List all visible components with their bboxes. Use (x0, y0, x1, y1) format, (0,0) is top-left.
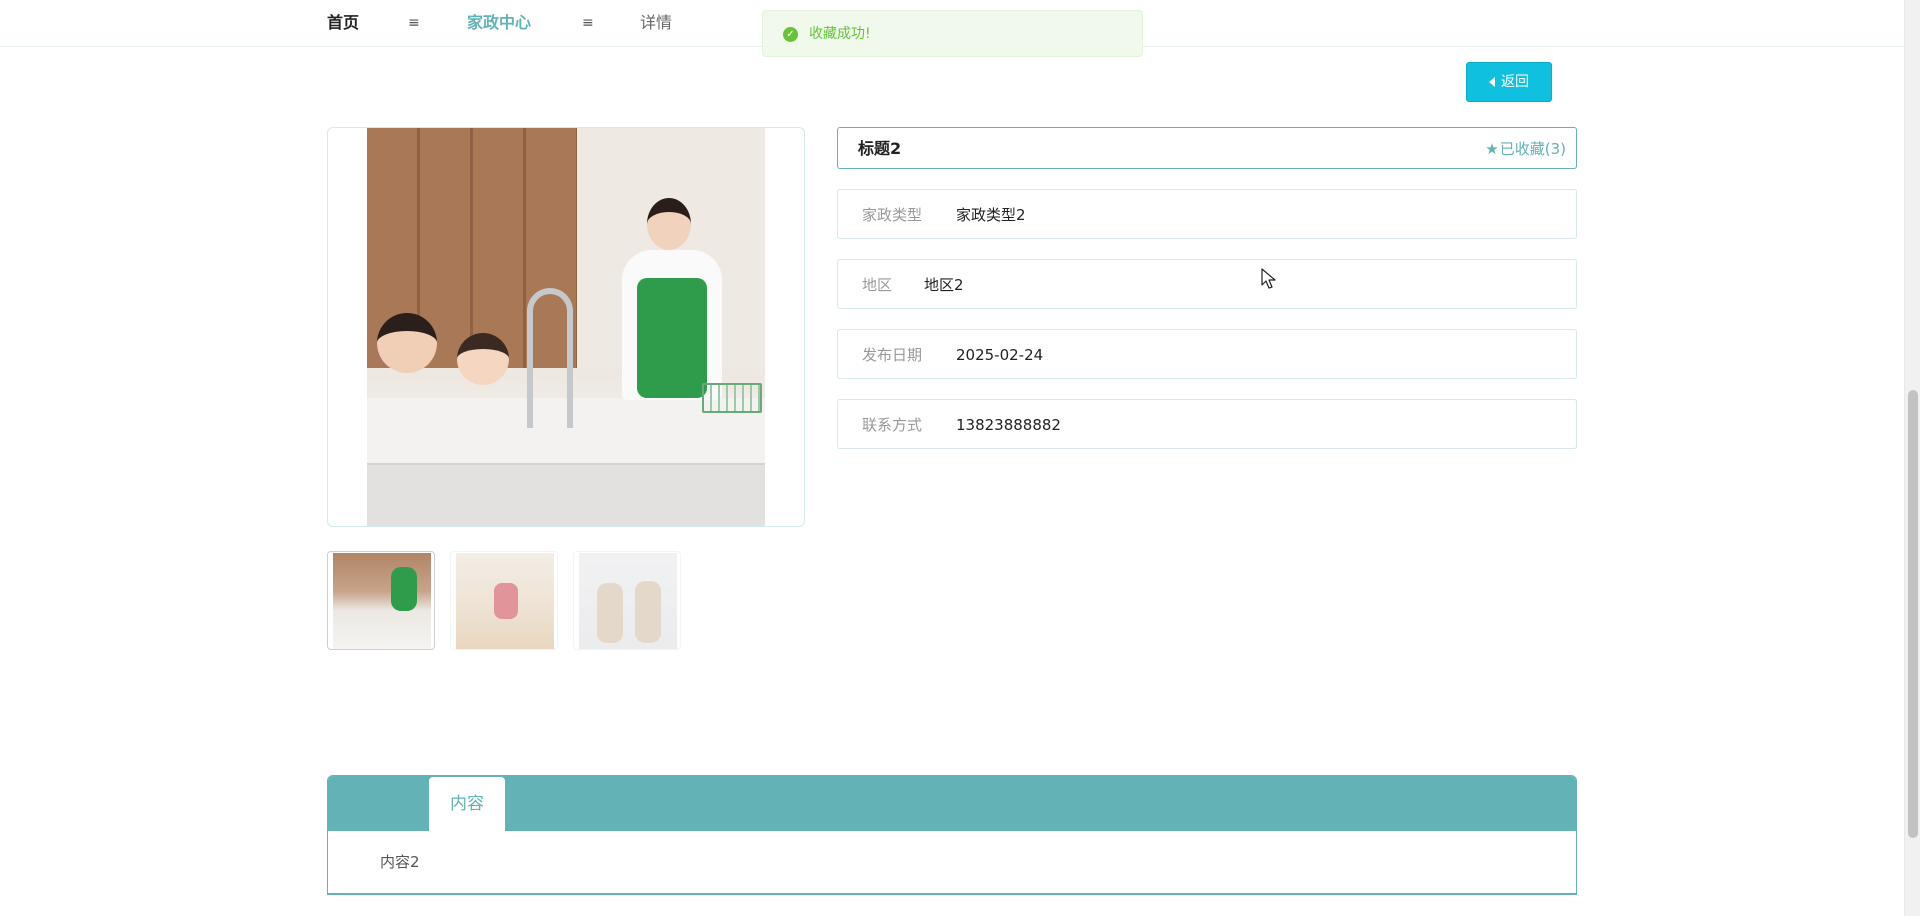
info-row-contact: 联系方式 13823888882 (837, 399, 1577, 449)
info-label: 地区 (862, 276, 893, 294)
scrollbar-thumb[interactable] (1908, 390, 1918, 838)
info-label: 联系方式 (862, 416, 923, 434)
main-photo (367, 128, 765, 526)
divider (327, 893, 1577, 894)
info-label: 发布日期 (862, 346, 923, 364)
thumbnail-image (456, 553, 554, 649)
star-icon: ★ (1485, 140, 1499, 158)
success-toast: ✓ 收藏成功! (762, 10, 1143, 57)
photo-child (457, 333, 509, 385)
page-scrollbar[interactable] (1904, 0, 1920, 916)
photo-faucet (527, 288, 573, 428)
content-tabs: 内容 内容2 (327, 775, 1577, 895)
breadcrumb-detail: 详情 (640, 13, 673, 32)
caret-left-icon (1489, 77, 1495, 87)
photo-woman (612, 198, 732, 400)
detail-title-bar: 标题2 ★已收藏(3) (837, 127, 1577, 169)
tab-content-body: 内容2 (380, 853, 420, 871)
breadcrumb-housekeeping-center[interactable]: 家政中心 (467, 13, 531, 33)
check-circle-icon: ✓ (783, 27, 798, 42)
main-image-frame (327, 127, 805, 527)
mouse-cursor-icon (1261, 268, 1276, 289)
thumbnail-image (333, 553, 431, 649)
info-row-region: 地区 地区2 (837, 259, 1577, 309)
thumbnail-2[interactable] (450, 551, 558, 650)
back-button-label: 返回 (1501, 74, 1529, 90)
thumbnail-image (579, 553, 677, 649)
toast-message: 收藏成功! (809, 26, 871, 42)
tab-content[interactable]: 内容 (429, 777, 505, 831)
photo-lower-cabinet (367, 463, 765, 526)
favorite-label: 已收藏(3) (1499, 140, 1566, 158)
breadcrumb-separator-icon: ≡ (582, 15, 594, 31)
breadcrumb-separator-icon: ≡ (408, 15, 420, 31)
thumbnail-1[interactable] (327, 551, 435, 650)
breadcrumb-home[interactable]: 首页 (327, 13, 359, 33)
info-row-publish-date: 发布日期 2025-02-24 (837, 329, 1577, 379)
photo-child (377, 313, 437, 373)
photo-woman-head (647, 198, 691, 250)
info-value: 地区2 (924, 276, 964, 294)
info-value: 13823888882 (956, 416, 1061, 434)
detail-title: 标题2 (858, 139, 902, 158)
favorite-button[interactable]: ★已收藏(3) (1485, 139, 1566, 159)
back-button[interactable]: 返回 (1466, 62, 1552, 102)
info-value: 2025-02-24 (956, 346, 1044, 364)
photo-woman-apron (637, 278, 707, 398)
thumbnail-3[interactable] (573, 551, 681, 650)
photo-dish-basket (702, 383, 762, 413)
tabs-header: 内容 (328, 776, 1576, 831)
info-label: 家政类型 (862, 206, 923, 224)
info-row-service-type: 家政类型 家政类型2 (837, 189, 1577, 239)
info-value: 家政类型2 (956, 206, 1026, 224)
